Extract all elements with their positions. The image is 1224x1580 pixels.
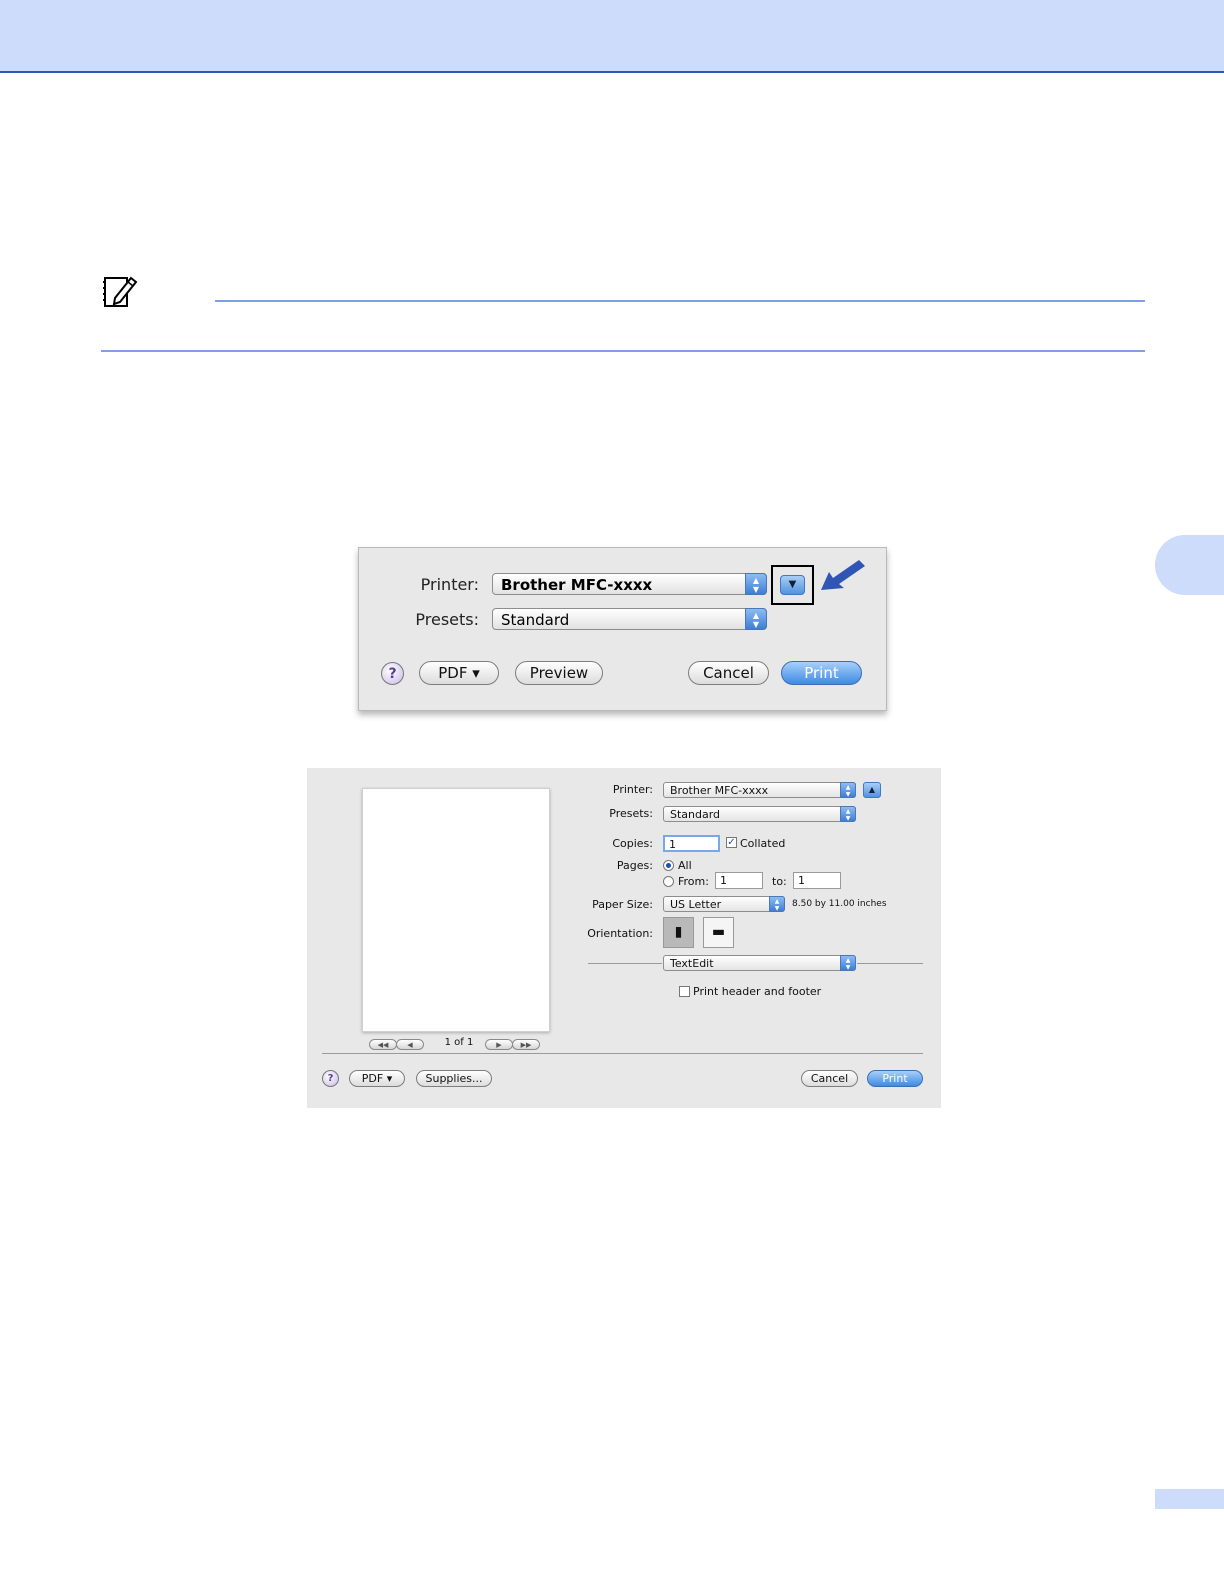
portrait-icon[interactable]: ▮ [663,917,694,948]
note-top-rule [215,300,1145,302]
collated-label: Collated [740,837,786,850]
next-page-button[interactable]: ▶ [485,1039,513,1050]
supplies-button[interactable]: Supplies... [416,1070,492,1087]
printer-label: Printer: [612,783,653,796]
stepper-icon: ▲ ▼ [840,955,856,971]
page-header-band [0,0,1224,73]
copies-label: Copies: [612,837,653,850]
cancel-button[interactable]: Cancel [801,1070,858,1087]
printer-popup[interactable]: Brother MFC-xxxx ▲ ▼ [492,573,767,595]
presets-popup[interactable]: Standard ▲ ▼ [663,806,856,822]
page-number-tab [1155,1489,1224,1509]
presets-value: Standard [501,611,570,629]
section-divider-left [588,963,662,964]
pages-label: Pages: [616,859,653,872]
pages-from-field[interactable]: 1 [715,872,763,889]
paper-size-popup[interactable]: US Letter ▲ ▼ [663,896,785,912]
chapter-side-tab [1155,535,1224,595]
section-value: TextEdit [670,957,714,970]
presets-popup[interactable]: Standard ▲ ▼ [492,608,767,630]
paper-size-label: Paper Size: [592,898,653,911]
arrow-pointer-icon [821,560,865,590]
stepper-icon: ▲ ▼ [745,608,767,630]
bottom-divider [322,1053,923,1054]
stepper-icon: ▲ ▼ [840,806,856,822]
pdf-button[interactable]: PDF ▾ [349,1070,405,1087]
disclosure-triangle-icon[interactable]: ▼ [780,575,805,595]
prev-page-button[interactable]: ◀ [396,1039,424,1050]
pages-from-label: From: [678,875,709,888]
first-page-button[interactable]: ◀◀ [369,1039,397,1050]
pages-to-label: to: [772,875,787,888]
page-counter: 1 of 1 [444,1037,474,1048]
paper-size-value: US Letter [670,898,722,911]
section-popup[interactable]: TextEdit ▲ ▼ [663,955,856,971]
note-bottom-rule [101,350,1145,352]
printer-value: Brother MFC-xxxx [670,784,769,797]
stepper-icon: ▲ ▼ [769,896,785,912]
pdf-button[interactable]: PDF ▾ [419,661,499,685]
header-footer-checkbox[interactable] [679,986,690,997]
help-icon[interactable]: ? [322,1070,339,1087]
presets-label: Presets: [609,807,653,820]
printer-label: Printer: [420,575,479,594]
print-button[interactable]: Print [781,661,862,685]
printer-value: Brother MFC-xxxx [501,576,653,594]
printer-popup[interactable]: Brother MFC-xxxx ▲ ▼ [663,782,856,798]
page-preview [362,788,550,1032]
orientation-label: Orientation: [587,927,653,940]
copies-field[interactable]: 1 [663,835,720,852]
print-dialog-basic: Printer: Brother MFC-xxxx ▲ ▼ ▼ Presets: … [358,547,887,711]
pages-to-field[interactable]: 1 [793,872,841,889]
print-button[interactable]: Print [867,1070,923,1087]
print-dialog-expanded: ◀◀ ◀ 1 of 1 ▶ ▶▶ Printer: Brother MFC-xx… [307,768,941,1108]
header-footer-label: Print header and footer [693,985,822,998]
paper-size-dims: 8.50 by 11.00 inches [792,899,887,909]
preview-button[interactable]: Preview [515,661,603,685]
pages-all-label: All [678,859,692,872]
note-icon [103,276,138,307]
help-icon[interactable]: ? [381,662,404,685]
landscape-icon[interactable]: ▬ [703,917,734,948]
stepper-icon: ▲ ▼ [745,573,767,595]
pages-all-radio[interactable] [663,860,674,871]
disclosure-highlight-box: ▼ [771,565,814,605]
stepper-icon: ▲ ▼ [840,782,856,798]
pages-from-radio[interactable] [663,876,674,887]
disclosure-triangle-icon[interactable]: ▲ [863,782,881,798]
cancel-button[interactable]: Cancel [688,661,769,685]
last-page-button[interactable]: ▶▶ [512,1039,540,1050]
presets-label: Presets: [415,610,479,629]
collated-checkbox[interactable]: ✓ [726,837,737,848]
presets-value: Standard [670,808,721,821]
section-divider-right [857,963,923,964]
